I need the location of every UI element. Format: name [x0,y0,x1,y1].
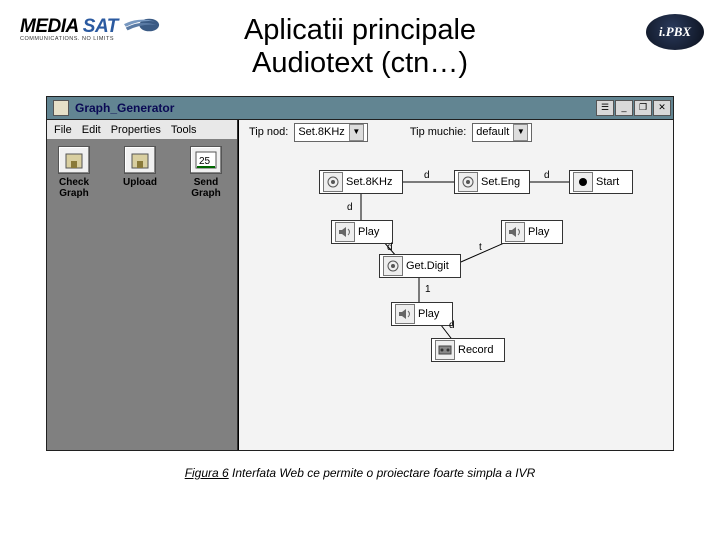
figure-number: Figura 6 [185,466,229,480]
edge-label: d [424,170,430,181]
speaker-icon [505,222,525,242]
menubar: File Edit Properties Tools [47,120,237,140]
upload-button[interactable]: Upload [123,177,157,188]
upload-icon[interactable] [124,146,156,174]
graph-canvas[interactable]: Tip nod: Set.8KHz ▼ Tip muchie: default … [238,120,673,450]
figure-caption: Figura 6 Interfata Web ce permite o proi… [0,466,720,480]
tip-nod-label: Tip nod: [249,126,288,138]
node-label: Set.Eng [481,176,526,188]
node-play2[interactable]: Play [501,220,563,244]
edge-label: d [387,242,393,253]
record-icon [435,340,455,360]
edge-label: d [544,170,550,181]
canvas-toolbar: Tip nod: Set.8KHz ▼ Tip muchie: default … [239,120,673,144]
send-graph-button[interactable]: Send Graph [183,177,229,199]
document-icon [53,100,69,116]
menu-edit[interactable]: Edit [77,124,106,136]
speaker-icon [395,304,415,324]
node-label: Start [596,176,625,188]
check-graph-icon[interactable] [58,146,90,174]
node-set8khz[interactable]: Set.8KHz [319,170,403,194]
chevron-down-icon: ▼ [513,124,528,141]
speaker-icon [335,222,355,242]
tip-nod-select[interactable]: Set.8KHz ▼ [294,123,367,142]
tip-muchie-label: Tip muchie: [410,126,466,138]
node-seteng[interactable]: Set.Eng [454,170,530,194]
figure-text: Interfata Web ce permite o proiectare fo… [229,466,536,480]
chevron-down-icon: ▼ [349,124,364,141]
tip-muchie-value: default [476,126,509,138]
node-label: Play [528,226,555,238]
minimize-button[interactable]: _ [615,100,633,116]
title-line2: Audiotext (ctn…) [0,47,720,80]
menu-tools[interactable]: Tools [166,124,202,136]
edge-label: d [449,320,455,331]
send-graph-icon[interactable]: 25 [190,146,222,174]
app-window: Graph_Generator ☰ _ ❐ ✕ File Edit Proper… [46,96,674,450]
node-play1[interactable]: Play [331,220,393,244]
node-label: Play [418,308,445,320]
node-label: Play [358,226,385,238]
tool-panel: File Edit Properties Tools Check Graph U… [47,120,238,450]
tip-nod-value: Set.8KHz [298,126,344,138]
menu-file[interactable]: File [49,124,77,136]
window-titlebar: Graph_Generator ☰ _ ❐ ✕ [46,96,674,120]
gear-icon [323,172,343,192]
node-label: Record [458,344,499,356]
edge-label: d [347,202,353,213]
close-button[interactable]: ✕ [653,100,671,116]
svg-text:25: 25 [199,156,211,167]
titlebar-extra-button[interactable]: ☰ [596,100,614,116]
gear-icon [383,256,403,276]
slide-title: Aplicatii principale Audiotext (ctn…) [0,14,720,81]
node-start[interactable]: Start [569,170,633,194]
maximize-button[interactable]: ❐ [634,100,652,116]
window-title: Graph_Generator [75,101,174,115]
menu-properties[interactable]: Properties [106,124,166,136]
gear-icon [458,172,478,192]
start-dot-icon [573,172,593,192]
edge-label: 1 [425,284,431,295]
node-record[interactable]: Record [431,338,505,362]
check-graph-button[interactable]: Check Graph [51,177,97,199]
title-line1: Aplicatii principale [0,14,720,47]
node-label: Set.8KHz [346,176,398,188]
node-play3[interactable]: Play [391,302,453,326]
edge-label: t [479,242,482,253]
node-getdigit[interactable]: Get.Digit [379,254,461,278]
tip-muchie-select[interactable]: default ▼ [472,123,532,142]
node-label: Get.Digit [406,260,455,272]
